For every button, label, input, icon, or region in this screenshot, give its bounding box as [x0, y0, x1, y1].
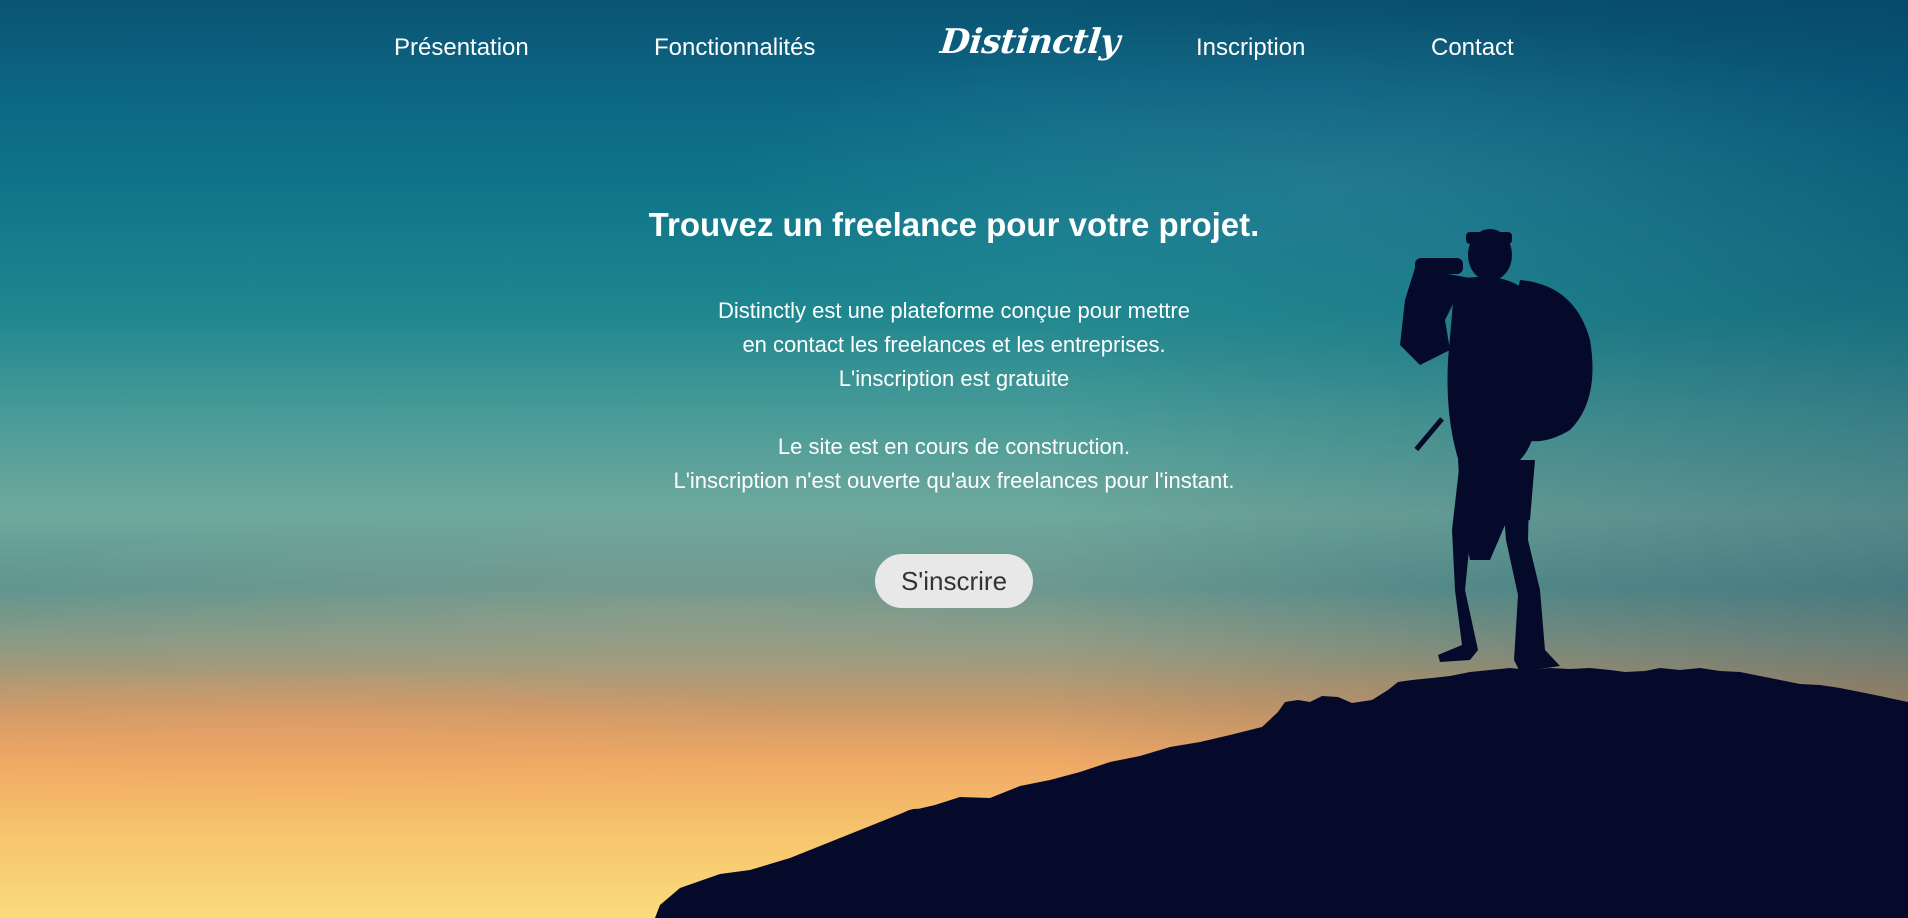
- description-line: L'inscription est gratuite: [838, 366, 1070, 391]
- signup-button[interactable]: S'inscrire: [874, 554, 1034, 608]
- distinctly-logo[interactable]: Distinctly: [937, 22, 1121, 72]
- description-line: Le site est en cours de construction.: [777, 434, 1131, 459]
- hero-description: Distinctly est une plateforme conçue pou…: [0, 294, 1908, 498]
- description-line: Distinctly est une plateforme conçue pou…: [717, 298, 1190, 323]
- nav-link-features[interactable]: Fonctionnalités: [654, 34, 815, 62]
- hero-content: Trouvez un freelance pour votre projet. …: [0, 200, 1908, 608]
- nav-link-signup[interactable]: Inscription: [1196, 34, 1305, 62]
- mountain-silhouette: [655, 668, 1908, 918]
- nav-link-presentation[interactable]: Présentation: [394, 34, 529, 62]
- description-line: L'inscription n'est ouverte qu'aux freel…: [673, 468, 1235, 493]
- hero-section: Présentation Fonctionnalités Distinctly …: [0, 0, 1908, 918]
- hero-headline: Trouvez un freelance pour votre projet.: [648, 206, 1260, 243]
- nav-link-contact[interactable]: Contact: [1431, 34, 1514, 62]
- top-navigation: Présentation Fonctionnalités Distinctly …: [0, 0, 1908, 96]
- description-line: en contact les freelances et les entrepr…: [742, 332, 1166, 357]
